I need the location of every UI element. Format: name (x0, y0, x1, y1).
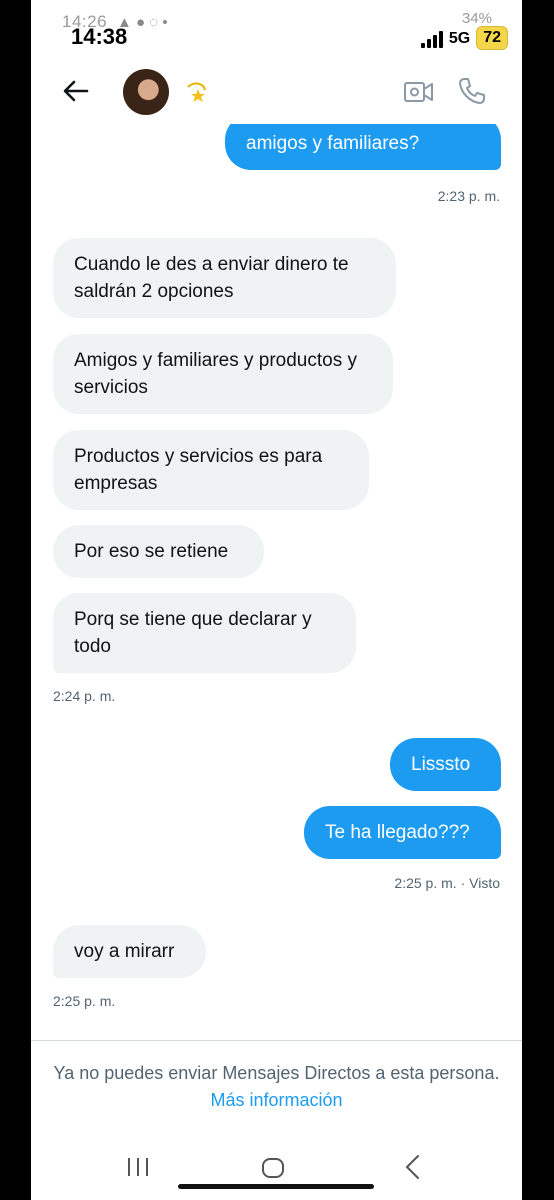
message-timestamp: 2:25 p. m. (53, 993, 116, 1009)
notice-text: Ya no puedes enviar Mensajes Directos a … (53, 1063, 500, 1083)
message-text: Productos y servicios es para empresas (74, 446, 323, 494)
message-bubble-outgoing[interactable]: Lisssto (390, 738, 501, 791)
dizzy-star-emoji (183, 80, 209, 112)
video-call-icon[interactable] (403, 78, 435, 106)
status-time: 14:38 (71, 24, 128, 49)
message-bubble-incoming[interactable]: Cuando le des a enviar dinero te saldrán… (53, 238, 396, 318)
message-text: Cuando le des a enviar dinero te saldrán… (74, 254, 349, 302)
message-bubble-incoming[interactable]: Porq se tiene que declarar y todo (53, 593, 356, 673)
dm-disabled-notice: Ya no puedes enviar Mensajes Directos a … (51, 1060, 502, 1114)
message-text: Porq se tiene que declarar y todo (74, 609, 312, 657)
message-text: Te ha llegado??? (325, 822, 470, 843)
phone-screen: 14:26 ▲ ● ◌ • 14:38 34% 5G 72 amigos y f… (31, 0, 522, 1200)
conversation-header (31, 60, 522, 124)
gesture-home-bar[interactable] (178, 1184, 374, 1189)
message-bubble-outgoing[interactable]: Te ha llegado??? (304, 806, 501, 859)
message-timestamp: 2:23 p. m. (437, 188, 500, 204)
message-timestamp: 2:25 p. m. · Visto (394, 875, 500, 891)
recent-apps-icon[interactable] (123, 1156, 153, 1178)
message-text: voy a mirarr (74, 941, 175, 962)
signal-icon (420, 30, 443, 48)
more-info-link[interactable]: Más información (210, 1090, 342, 1110)
dizzy-star-icon (187, 82, 206, 102)
message-bubble-incoming[interactable]: Amigos y familiares y productos y servic… (53, 334, 393, 414)
network-type: 5G (448, 30, 471, 47)
battery-badge: 72 (476, 26, 508, 50)
message-bubble-outgoing[interactable]: amigos y familiares? (225, 124, 501, 170)
message-bubble-incoming[interactable]: Productos y servicios es para empresas (53, 430, 369, 510)
system-navigation-bar (31, 1140, 522, 1200)
divider (31, 1040, 522, 1041)
message-text: Amigos y familiares y productos y servic… (74, 350, 357, 398)
message-text: amigos y familiares? (246, 133, 420, 154)
message-list: amigos y familiares? 2:23 p. m. Cuando l… (31, 124, 522, 1040)
status-bar: 14:26 ▲ ● ◌ • 14:38 34% 5G 72 (31, 0, 522, 50)
status-right-group: 5G 72 (420, 14, 508, 50)
nav-back-icon[interactable] (403, 1154, 423, 1180)
back-arrow-icon[interactable] (61, 76, 91, 106)
message-bubble-incoming[interactable]: Por eso se retiene (53, 525, 264, 578)
message-text: Lisssto (411, 754, 471, 775)
home-icon[interactable] (261, 1157, 285, 1179)
avatar[interactable] (123, 69, 169, 115)
message-text: Por eso se retiene (74, 541, 229, 562)
message-timestamp: 2:24 p. m. (53, 688, 116, 704)
phone-call-icon[interactable] (457, 76, 487, 106)
message-bubble-incoming[interactable]: voy a mirarr (53, 925, 206, 978)
